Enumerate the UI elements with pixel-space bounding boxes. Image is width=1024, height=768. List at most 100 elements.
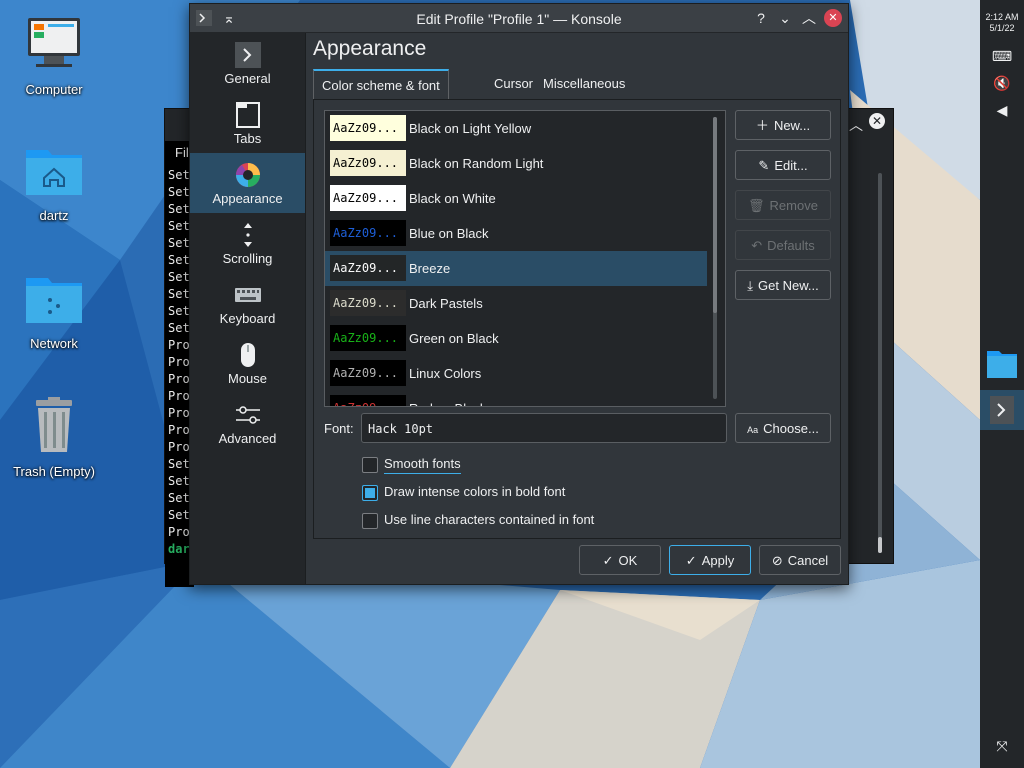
sidebar-item-label: Advanced <box>218 431 277 446</box>
scheme-name: Blue on Black <box>409 226 489 241</box>
scheme-row[interactable]: AaZz09... Dark Pastels <box>325 286 707 321</box>
menu-file[interactable]: Fil <box>175 145 189 160</box>
font-icon: Aa <box>747 425 759 435</box>
scheme-preview: AaZz09... <box>330 150 406 176</box>
arrow-left-icon[interactable]: ◀ <box>980 102 1024 119</box>
scheme-preview: AaZz09... <box>330 290 406 316</box>
button-label: Cancel <box>787 553 829 568</box>
checkbox-box[interactable] <box>362 485 378 501</box>
button-label: Apply <box>701 553 735 568</box>
check-icon: ✓ <box>685 553 697 568</box>
speaker-muted-icon[interactable]: 🔇 <box>980 75 1024 92</box>
keyboard-icon[interactable]: ⌨ <box>980 48 1024 65</box>
undo-icon: ↶ <box>751 238 763 253</box>
sidebar-item-tabs[interactable]: Tabs <box>190 93 305 153</box>
checkbox-label: Smooth fonts <box>384 456 461 474</box>
scheme-preview: AaZz09... <box>330 255 406 281</box>
mouse-icon <box>240 343 255 367</box>
scheme-row[interactable]: AaZz09... Linux Colors <box>325 356 707 391</box>
edit-scheme-button[interactable]: ✎ Edit... <box>735 150 831 180</box>
scheme-name: Black on Light Yellow <box>409 121 532 136</box>
sidebar-item-keyboard[interactable]: Keyboard <box>190 273 305 333</box>
desktop-icon-label: Network <box>30 336 78 351</box>
color-wheel-icon <box>235 163 260 187</box>
trash-icon <box>36 397 72 452</box>
desktop-icon-computer[interactable]: Computer <box>6 14 102 97</box>
sidebar-item-label: Keyboard <box>219 311 276 326</box>
plus-icon: ＋ <box>755 118 769 133</box>
tab-miscellaneous[interactable]: Miscellaneous <box>535 69 633 99</box>
apply-button[interactable]: ✓ Apply <box>669 545 751 575</box>
color-scheme-list[interactable]: AaZz09... Black on Light Yellow AaZz09... B… <box>324 110 726 407</box>
dialog-titlebar[interactable]: ⌅ Edit Profile "Profile 1" — Konsole ? ⌄… <box>190 4 848 33</box>
scrollbar-thumb[interactable] <box>713 117 717 313</box>
bold-intense-checkbox[interactable]: Draw intense colors in bold font <box>362 484 622 504</box>
sidebar-item-label: Appearance <box>212 191 283 206</box>
scheme-name: Green on Black <box>409 331 499 346</box>
remove-scheme-button[interactable]: 🗑 Remove <box>735 190 831 220</box>
sidebar-item-mouse[interactable]: Mouse <box>190 333 305 393</box>
button-label: OK <box>618 553 638 568</box>
scheme-row[interactable]: AaZz09... Black on White <box>325 181 707 216</box>
scheme-row[interactable]: AaZz09... Breeze <box>325 251 707 286</box>
scheme-row[interactable]: AaZz09... Green on Black <box>325 321 707 356</box>
checkbox-label: Draw intense colors in bold font <box>384 484 566 499</box>
scheme-row[interactable]: AaZz09...Red on Black <box>325 391 707 406</box>
folder-icon <box>987 351 1017 378</box>
chevron-up-icon[interactable]: ︿ <box>849 115 863 135</box>
help-icon[interactable]: ? <box>752 9 770 27</box>
scheme-preview: AaZz09... <box>330 220 406 246</box>
sidebar-item-label: Mouse <box>227 371 268 386</box>
scheme-name: Black on White <box>409 191 496 206</box>
scheme-name: Linux Colors <box>409 366 482 381</box>
desktop-icon-home[interactable]: dartz <box>6 140 102 223</box>
sidebar-item-scrolling[interactable]: Scrolling <box>190 213 305 273</box>
desktop-icon-label: Trash (Empty) <box>13 464 95 479</box>
scheme-name: Black on Random Light <box>409 156 544 171</box>
scheme-preview: AaZz09... <box>330 325 406 351</box>
checkbox-box[interactable] <box>362 513 378 529</box>
scheme-row[interactable]: AaZz09... Blue on Black <box>325 216 707 251</box>
sidebar-item-advanced[interactable]: Advanced <box>190 393 305 453</box>
computer-icon <box>28 18 80 67</box>
choose-font-button[interactable]: Aa Choose... <box>735 413 831 443</box>
close-icon[interactable]: ✕ <box>869 113 885 129</box>
plasma-menu-icon[interactable]: ⤧ <box>980 738 1024 755</box>
desktop-icon-trash[interactable]: Trash (Empty) <box>6 396 102 479</box>
scheme-name: Breeze <box>409 261 451 276</box>
minimize-icon[interactable]: ⌄ <box>776 9 794 27</box>
font-label: Font: <box>324 421 354 436</box>
new-scheme-button[interactable]: ＋ New... <box>735 110 831 140</box>
settings-sidebar: General Tabs Appearance Scrolling Keyboa… <box>190 33 306 584</box>
close-icon[interactable]: ✕ <box>824 9 842 27</box>
ok-button[interactable]: ✓ OK <box>579 545 661 575</box>
scheme-preview: AaZz09... <box>330 395 406 406</box>
tabs-icon <box>235 102 260 128</box>
scrollbar-thumb[interactable] <box>878 537 882 553</box>
checkbox-box[interactable] <box>362 457 378 473</box>
maximize-icon[interactable]: ︿ <box>800 9 818 27</box>
scheme-preview: AaZz09... <box>330 185 406 211</box>
get-new-scheme-button[interactable]: ⤓ Get New... <box>735 270 831 300</box>
scheme-row[interactable]: AaZz09... Black on Random Light <box>325 146 707 181</box>
sliders-icon <box>235 406 260 424</box>
desktop-icon-network[interactable]: Network <box>6 268 102 351</box>
checkbox-label: Use line characters contained in font <box>384 512 595 527</box>
line-characters-checkbox[interactable]: Use line characters contained in font <box>362 512 622 532</box>
tab-cursor[interactable]: Cursor <box>486 69 541 99</box>
digital-clock[interactable]: 2:12 AM 5/1/22 <box>980 12 1024 34</box>
cancel-button[interactable]: ⊘ Cancel <box>759 545 841 575</box>
cancel-icon: ⊘ <box>771 553 783 568</box>
scrollbar[interactable] <box>878 173 882 553</box>
smooth-fonts-checkbox[interactable]: Smooth fonts <box>362 456 622 476</box>
font-field[interactable]: Hack 10pt <box>361 413 727 443</box>
sidebar-item-general[interactable]: General <box>190 33 305 93</box>
button-label: Edit... <box>774 158 808 173</box>
scheme-preview: AaZz09... <box>330 360 406 386</box>
task-file-manager[interactable] <box>980 344 1024 384</box>
scheme-row[interactable]: AaZz09... Black on Light Yellow <box>325 111 707 146</box>
tab-color-scheme-font[interactable]: Color scheme & font <box>313 69 449 101</box>
defaults-scheme-button[interactable]: ↶ Defaults <box>735 230 831 260</box>
sidebar-item-appearance[interactable]: Appearance <box>190 153 305 213</box>
task-konsole[interactable] <box>980 390 1024 430</box>
